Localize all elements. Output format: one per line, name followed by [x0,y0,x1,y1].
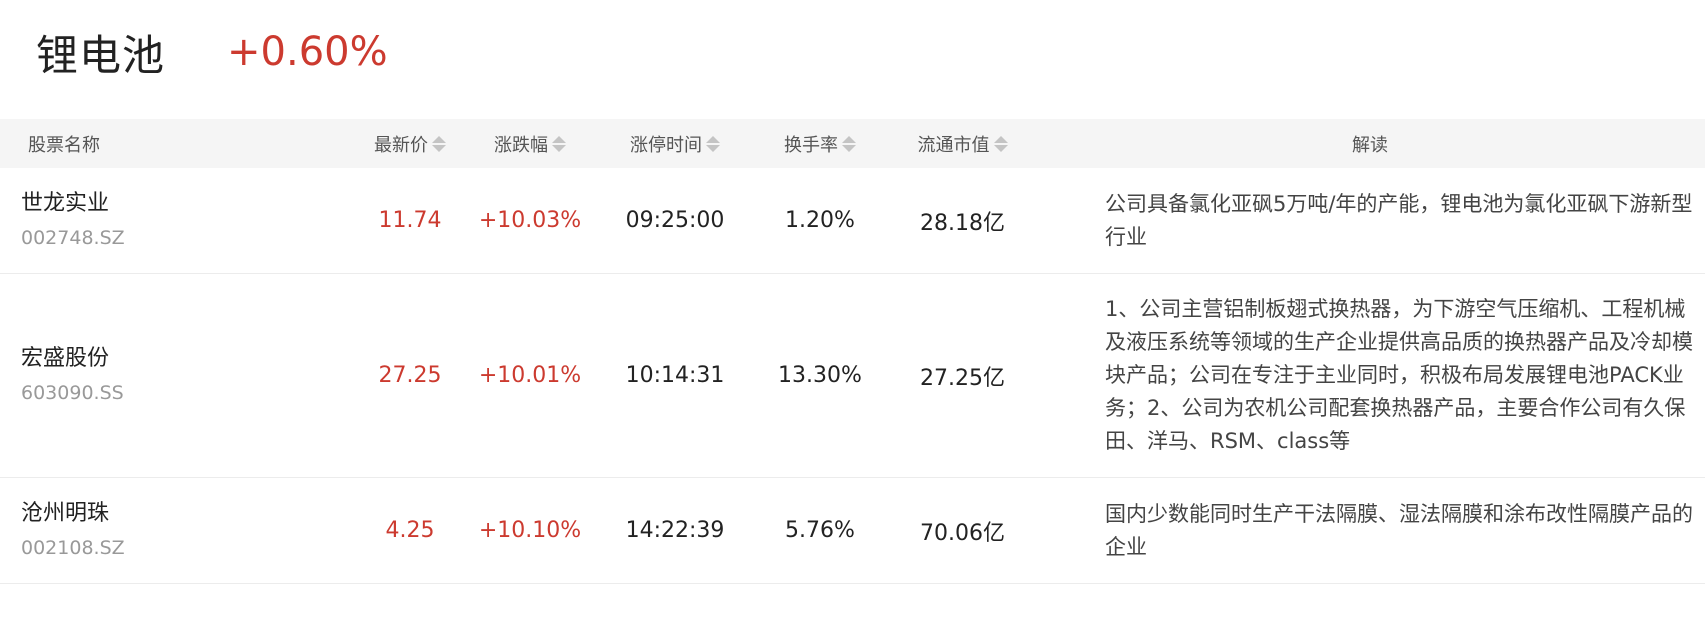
table-header: 股票名称 最新价 涨跌幅 涨停时间 换手率 流通市值 解读 [0,119,1705,168]
limit-up-time: 10:14:31 [625,363,725,388]
market-cap: 70.06亿 [920,520,1005,546]
column-header-name-label: 股票名称 [28,134,100,156]
stock-name[interactable]: 沧州明珠 [21,499,109,529]
stock-code: 002108.SZ [21,536,125,559]
sort-icon[interactable] [842,135,856,152]
stock-price: 11.74 [378,208,442,233]
stock-code: 603090.SS [21,381,124,404]
analysis-text: 公司具备氯化亚砜5万吨/年的产能，锂电池为氯化亚砜下游新型行业 [1105,191,1693,249]
analysis-cell: 公司具备氯化亚砜5万吨/年的产能，锂电池为氯化亚砜下游新型行业 [1045,188,1705,254]
sector-change: +0.60% [227,29,388,75]
column-header-change-label: 涨跌幅 [494,134,548,156]
market-cap: 28.18亿 [920,210,1005,236]
sort-icon[interactable] [993,135,1008,152]
column-header-turnover-label: 换手率 [784,134,838,156]
column-header-market-cap-label: 流通市值 [917,134,990,156]
stock-name-cell[interactable]: 世龙实业 002748.SZ [0,189,240,253]
column-header-price-label: 最新价 [374,134,428,156]
table-row[interactable]: 世龙实业 002748.SZ 11.74 +10.03% 09:25:00 1.… [0,168,1705,274]
stock-name[interactable]: 宏盛股份 [21,344,109,374]
column-header-market-cap[interactable]: 流通市值 [880,131,1045,157]
column-header-turnover[interactable]: 换手率 [760,131,880,157]
turnover-rate: 5.76% [785,518,855,543]
stock-name[interactable]: 世龙实业 [21,189,109,219]
market-cap: 27.25亿 [920,365,1005,391]
stock-change: +10.03% [478,208,582,233]
limit-up-time: 14:22:39 [625,518,725,543]
column-header-limit-time-label: 涨停时间 [630,134,702,156]
stock-name-cell[interactable]: 宏盛股份 603090.SS [0,344,240,408]
limit-up-time: 09:25:00 [625,208,725,233]
column-header-change[interactable]: 涨跌幅 [470,131,590,157]
stock-code: 002748.SZ [21,226,125,249]
stock-price: 27.25 [378,363,442,388]
analysis-cell: 1、公司主营铝制板翅式换热器，为下游空气压缩机、工程机械及液压系统等领域的生产企… [1045,293,1705,458]
stock-table: 股票名称 最新价 涨跌幅 涨停时间 换手率 流通市值 解读 世龙实业 00274… [0,119,1705,584]
turnover-rate: 1.20% [785,208,855,233]
column-header-analysis: 解读 [1045,131,1705,157]
stock-change: +10.01% [478,363,582,388]
analysis-text: 国内少数能同时生产干法隔膜、湿法隔膜和涂布改性隔膜产品的企业 [1105,501,1693,559]
analysis-cell: 国内少数能同时生产干法隔膜、湿法隔膜和涂布改性隔膜产品的企业 [1045,498,1705,564]
column-header-limit-time[interactable]: 涨停时间 [590,131,760,157]
column-header-name: 股票名称 [0,131,240,157]
stock-price: 4.25 [385,518,435,543]
stock-change: +10.10% [478,518,582,543]
sort-icon[interactable] [706,135,720,152]
analysis-text: 1、公司主营铝制板翅式换热器，为下游空气压缩机、工程机械及液压系统等领域的生产企… [1105,297,1693,453]
column-header-analysis-label: 解读 [1352,134,1388,156]
sort-icon[interactable] [552,135,566,152]
sector-header: 锂电池 +0.60% [36,22,388,82]
table-row[interactable]: 宏盛股份 603090.SS 27.25 +10.01% 10:14:31 13… [0,274,1705,478]
sector-title: 锂电池 [36,30,166,80]
column-header-price[interactable]: 最新价 [240,131,470,157]
turnover-rate: 13.30% [778,363,862,388]
table-row[interactable]: 沧州明珠 002108.SZ 4.25 +10.10% 14:22:39 5.7… [0,478,1705,584]
sort-icon[interactable] [432,135,446,152]
stock-name-cell[interactable]: 沧州明珠 002108.SZ [0,499,240,563]
